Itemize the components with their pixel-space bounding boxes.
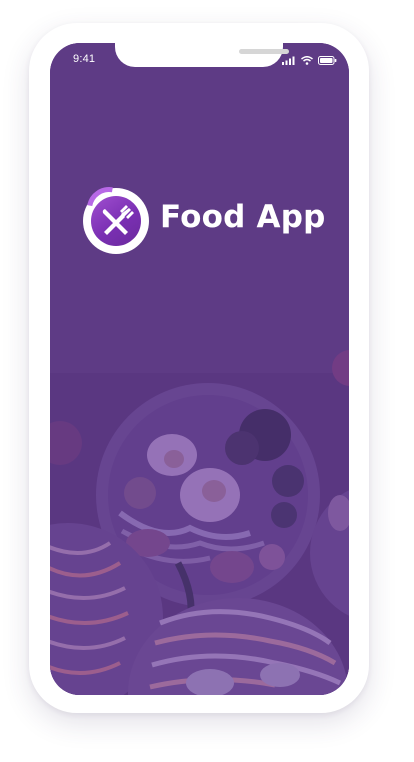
fork-knife-icon [102,205,134,235]
splash-screen: 9:41 [50,43,349,695]
logo-ring [78,178,149,254]
battery-icon [318,55,337,65]
signal-icon [282,56,295,65]
wifi-icon [301,55,313,65]
brand-lockup: Food App [78,178,332,256]
food-bowls-photo [50,43,349,695]
page: 9:41 Food App [0,0,414,762]
status-icons [282,55,337,65]
phone-notch [115,43,289,67]
app-title: Food App [160,199,326,235]
speaker-grille [239,49,289,54]
app-logo [78,178,152,256]
status-time: 9:41 [73,53,96,65]
logo-badge [91,196,141,246]
